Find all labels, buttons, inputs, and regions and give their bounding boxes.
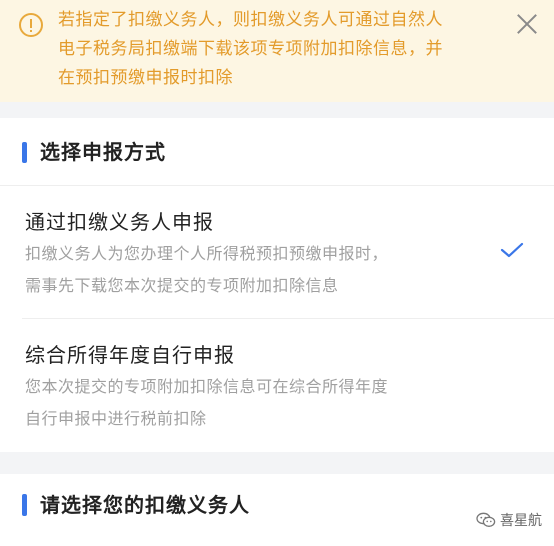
section-title: 请选择您的扣缴义务人 <box>40 493 250 517</box>
option-description: 扣缴义务人为您办理个人所得税预扣预缴申报时， 需事先下载您本次提交的专项附加扣除… <box>25 238 495 302</box>
section-title-bar <box>22 494 27 516</box>
option-desc-line: 您本次提交的专项附加扣除信息可在综合所得年度 <box>25 377 389 396</box>
option-title: 综合所得年度自行申报 <box>25 343 235 367</box>
notice-banner: 若指定了扣缴义务人，则扣缴义务人可通过自然人 电子税务局扣缴端下载该项专项附加扣… <box>0 0 554 102</box>
close-icon[interactable] <box>514 11 540 37</box>
notice-line: 电子税务局扣缴端下载该项专项附加扣除信息，并 <box>58 39 443 59</box>
notice-line: 在预扣预缴申报时扣除 <box>58 68 233 88</box>
notice-line: 若指定了扣缴义务人，则扣缴义务人可通过自然人 <box>58 10 443 30</box>
checkmark-icon <box>500 242 524 258</box>
warning-circle-icon <box>19 13 43 37</box>
section-title-bar <box>22 142 27 163</box>
option-desc-line: 扣缴义务人为您办理个人所得税预扣预缴申报时， <box>25 244 389 263</box>
section-header: 选择申报方式 <box>0 118 554 186</box>
option-desc-line: 需事先下载您本次提交的专项附加扣除信息 <box>25 276 339 295</box>
option-description: 您本次提交的专项附加扣除信息可在综合所得年度 自行申报中进行税前扣除 <box>25 371 495 435</box>
wechat-icon <box>476 512 496 527</box>
option-title: 通过扣缴义务人申报 <box>25 210 214 234</box>
option-withholder-declare[interactable]: 通过扣缴义务人申报 扣缴义务人为您办理个人所得税预扣预缴申报时， 需事先下载您本… <box>0 186 554 318</box>
watermark: 喜星航 <box>476 510 542 530</box>
watermark-text: 喜星航 <box>500 513 542 529</box>
option-self-declare[interactable]: 综合所得年度自行申报 您本次提交的专项附加扣除信息可在综合所得年度 自行申报中进… <box>0 319 554 452</box>
notice-text: 若指定了扣缴义务人，则扣缴义务人可通过自然人 电子税务局扣缴端下载该项专项附加扣… <box>58 6 498 93</box>
section-title: 选择申报方式 <box>40 140 166 164</box>
option-desc-line: 自行申报中进行税前扣除 <box>25 409 207 428</box>
withholder-card: 请选择您的扣缴义务人 <box>0 474 554 546</box>
declare-method-card: 选择申报方式 通过扣缴义务人申报 扣缴义务人为您办理个人所得税预扣预缴申报时， … <box>0 118 554 452</box>
